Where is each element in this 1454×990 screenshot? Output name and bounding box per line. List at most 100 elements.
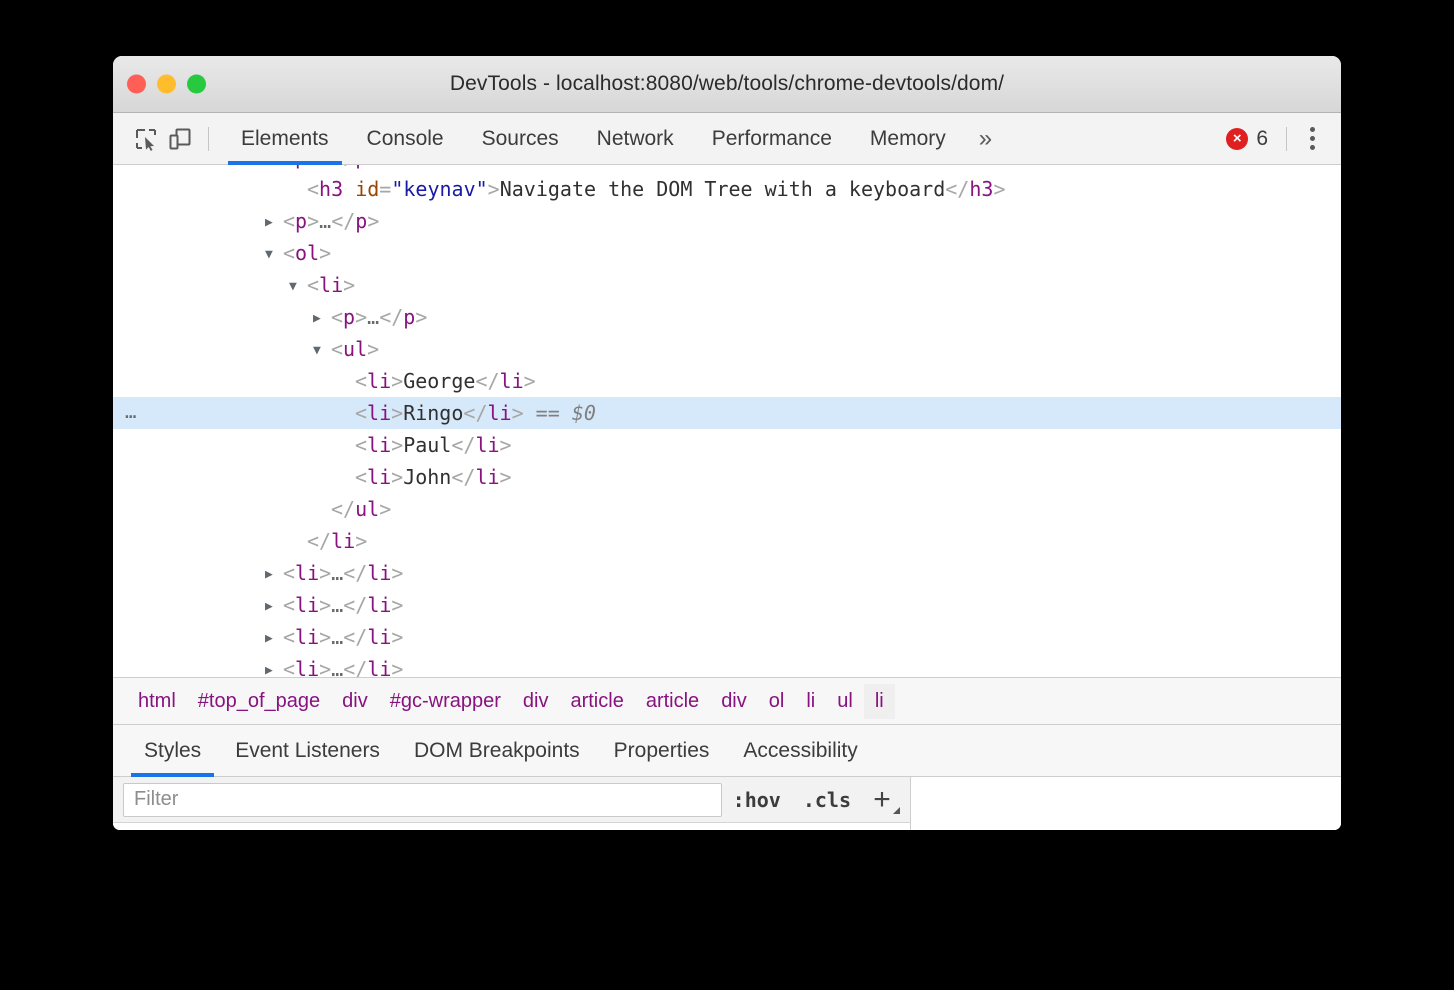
computed-box-model-pane (911, 777, 1341, 830)
cls-toggle-button[interactable]: .cls (792, 788, 862, 812)
chevron-down-icon[interactable]: ▼ (289, 271, 307, 303)
device-toolbar-icon[interactable] (163, 122, 197, 156)
window-title: DevTools - localhost:8080/web/tools/chro… (113, 72, 1341, 96)
inspect-element-icon[interactable] (129, 122, 163, 156)
dom-token-tagname: li (331, 529, 355, 553)
chevron-right-icon[interactable]: ▶ (265, 591, 283, 623)
dom-token-tagname: li (500, 369, 524, 393)
breadcrumb-item-article[interactable]: article (559, 684, 634, 719)
tab-sources[interactable]: Sources (463, 113, 578, 164)
window-traffic-lights (127, 75, 206, 94)
chevron-right-icon[interactable]: ▶ (313, 303, 331, 335)
tab-network[interactable]: Network (578, 113, 693, 164)
dom-token-tagname: li (367, 657, 391, 677)
dom-tree-row[interactable]: ▼<ol> (113, 237, 1341, 269)
error-count-badge[interactable]: × 6 (1216, 127, 1278, 151)
sidebar-tab-accessibility[interactable]: Accessibility (726, 725, 874, 776)
dom-token-punct: < (355, 465, 367, 489)
minimize-button[interactable] (157, 75, 176, 94)
dom-token-punct: </ (343, 625, 367, 649)
dom-token-punct: > (391, 657, 403, 677)
devtools-window: DevTools - localhost:8080/web/tools/chro… (113, 56, 1341, 830)
kebab-dot (1310, 127, 1315, 132)
dom-token-dollar: $0 (572, 401, 596, 425)
tab-console[interactable]: Console (348, 113, 463, 164)
dom-token-ellip: … (367, 305, 379, 329)
dom-token-tagname: p (403, 305, 415, 329)
dom-tree-row[interactable]: ▶<li>…</li> (113, 589, 1341, 621)
close-button[interactable] (127, 75, 146, 94)
dom-tree-row[interactable]: ▶<li>George</li> (113, 365, 1341, 397)
breadcrumb-item--top-of-page[interactable]: #top_of_page (187, 684, 331, 719)
chevron-right-icon[interactable]: ▶ (265, 559, 283, 591)
breadcrumb-item-li[interactable]: li (795, 684, 826, 719)
breadcrumb-item-li[interactable]: li (864, 684, 895, 719)
styles-rules-list (113, 823, 910, 830)
dom-tree-row[interactable]: ▶<p>…</p> (113, 301, 1341, 333)
dom-tree-row[interactable]: ▶</ul> (113, 493, 1341, 525)
dom-token-tagname: li (319, 273, 343, 297)
dom-tree-row[interactable]: ▶<li>…</li> (113, 557, 1341, 589)
dom-token-punct: > (379, 497, 391, 521)
dom-tree-row[interactable]: ▶</li> (113, 525, 1341, 557)
dom-token-tagname: ul (355, 497, 379, 521)
breadcrumb-item-div[interactable]: div (710, 684, 758, 719)
dom-tree-row[interactable]: ▶<p>…</p> (113, 205, 1341, 237)
screenshot-root: DevTools - localhost:8080/web/tools/chro… (0, 0, 1454, 990)
chevron-right-icon[interactable]: ▶ (265, 207, 283, 239)
hov-toggle-button[interactable]: :hov (722, 788, 792, 812)
breadcrumb-item-div[interactable]: div (331, 684, 379, 719)
dom-tree-row[interactable]: ▶<p>…</p> (113, 165, 1341, 173)
twisty-spacer: ▶ (337, 367, 355, 399)
breadcrumb-item-article[interactable]: article (635, 684, 710, 719)
breadcrumb-item-html[interactable]: html (127, 684, 187, 719)
dom-token-punct: < (331, 337, 343, 361)
dom-tree-row[interactable]: ▼<li> (113, 269, 1341, 301)
dom-tree-row[interactable]: ▶<li>…</li> (113, 653, 1341, 677)
sidebar-tab-event-listeners[interactable]: Event Listeners (218, 725, 397, 776)
more-tabs-icon[interactable]: » (965, 113, 1006, 164)
breadcrumb-item-ul[interactable]: ul (826, 684, 864, 719)
new-style-rule-button[interactable]: + (862, 783, 902, 817)
dom-tree-pane[interactable]: ▶<p>…</p>▶<h3 id="keynav">Navigate the D… (113, 165, 1341, 677)
styles-filter-input[interactable]: Filter (123, 783, 722, 817)
chevron-right-icon[interactable]: ▶ (265, 655, 283, 678)
dom-token-attrval: keynav (403, 177, 475, 201)
dom-token-punct: > (355, 529, 367, 553)
sidebar-tab-dom-breakpoints[interactable]: DOM Breakpoints (397, 725, 597, 776)
dom-token-ellip: … (331, 657, 343, 677)
toolbar-right-divider (1286, 127, 1287, 151)
dom-tree-rows: ▶<p>…</p>▶<h3 id="keynav">Navigate the D… (113, 165, 1341, 677)
dom-tree-row[interactable]: ▼<ul> (113, 333, 1341, 365)
dom-token-textnode: Paul (403, 433, 451, 457)
zoom-button[interactable] (187, 75, 206, 94)
dom-token-punct: > (993, 177, 1005, 201)
breadcrumb-item--gc-wrapper[interactable]: #gc-wrapper (379, 684, 512, 719)
dom-tree-row[interactable]: ▶<li>…</li> (113, 621, 1341, 653)
breadcrumb: html#top_of_pagediv#gc-wrapperdivarticle… (113, 677, 1341, 725)
dom-token-tagname: ul (343, 337, 367, 361)
dom-token-punct: > (367, 337, 379, 361)
chevron-down-icon[interactable]: ▼ (265, 239, 283, 271)
dom-token-punct: > (319, 657, 331, 677)
tab-performance[interactable]: Performance (693, 113, 851, 164)
dom-token-tagname: p (355, 209, 367, 233)
breadcrumb-item-div[interactable]: div (512, 684, 560, 719)
dom-token-punct: </ (343, 593, 367, 617)
twisty-spacer: ▶ (289, 527, 307, 559)
dom-tree-row[interactable]: ▶<li>John</li> (113, 461, 1341, 493)
kebab-menu-icon[interactable] (1295, 122, 1329, 156)
chevron-right-icon[interactable]: ▶ (265, 623, 283, 655)
dom-token-punct: = (379, 177, 391, 201)
sidebar-tab-styles[interactable]: Styles (127, 725, 218, 776)
chevron-down-icon[interactable]: ▼ (313, 335, 331, 367)
dom-tree-row[interactable]: ▶<li>Paul</li> (113, 429, 1341, 461)
tab-elements[interactable]: Elements (222, 113, 348, 164)
tab-memory[interactable]: Memory (851, 113, 965, 164)
breadcrumb-item-ol[interactable]: ol (758, 684, 796, 719)
dom-tree-row-selected[interactable]: …▶<li>Ringo</li> == $0 (113, 397, 1341, 429)
styles-filter-bar: Filter :hov .cls + (113, 777, 910, 823)
dom-token-punct: > (367, 165, 379, 169)
dom-tree-row[interactable]: ▶<h3 id="keynav">Navigate the DOM Tree w… (113, 173, 1341, 205)
sidebar-tab-properties[interactable]: Properties (597, 725, 727, 776)
